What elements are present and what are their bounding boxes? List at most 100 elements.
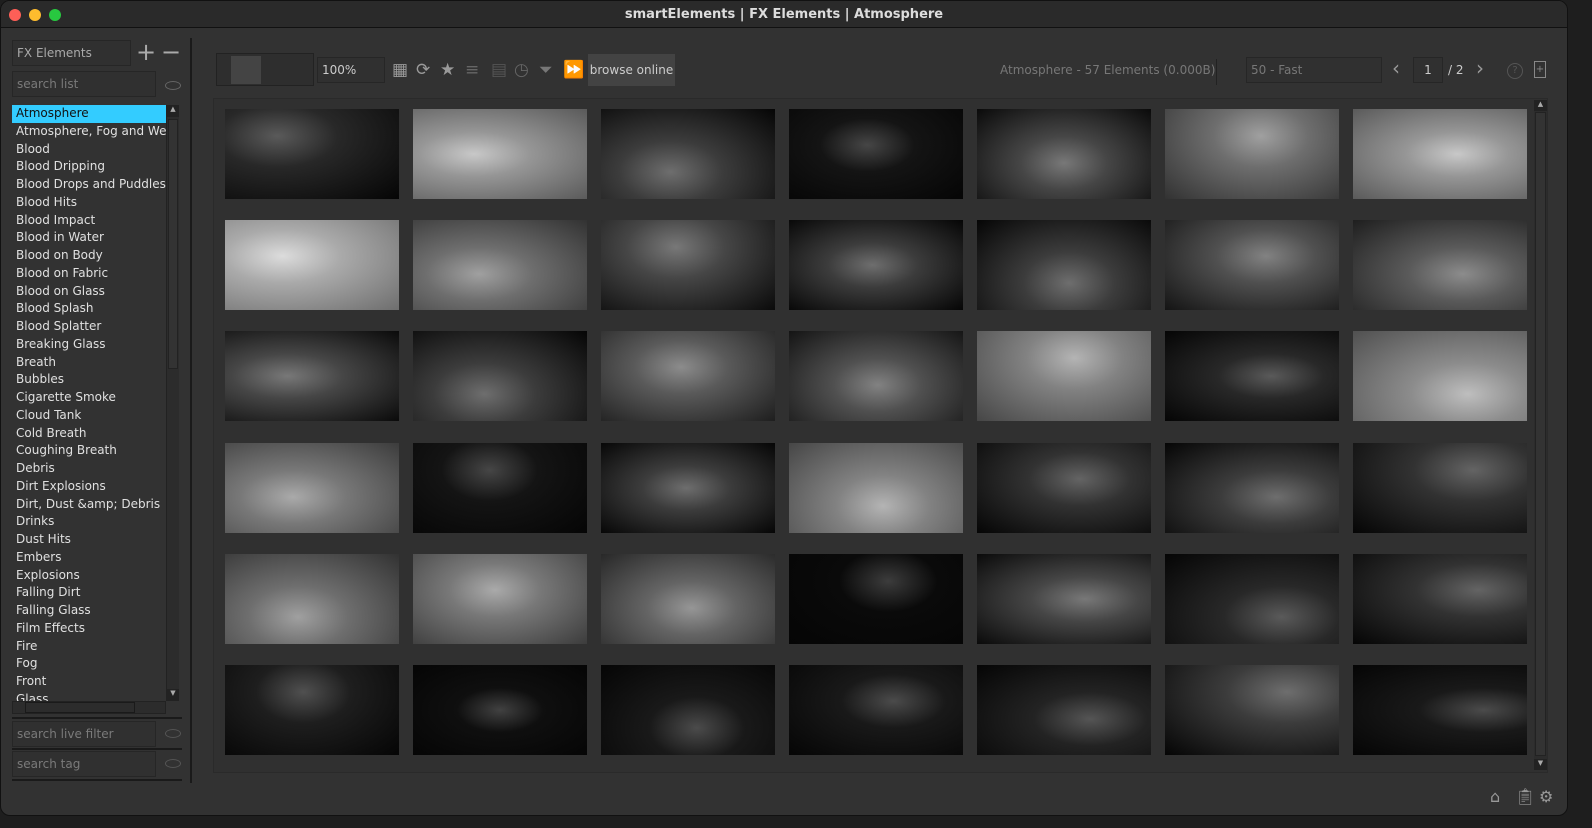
category-item[interactable]: Blood Splatter	[12, 318, 166, 336]
element-thumbnail[interactable]	[1353, 442, 1527, 533]
category-item[interactable]: Falling Dirt	[12, 584, 166, 602]
element-thumbnail[interactable]	[789, 331, 963, 422]
category-list-hscrollbar[interactable]	[12, 701, 166, 714]
element-thumbnail[interactable]	[601, 109, 775, 199]
category-item[interactable]: Breath	[12, 354, 166, 372]
category-item[interactable]: Atmosphere, Fog and Weather	[12, 123, 166, 141]
element-thumbnail[interactable]	[1353, 553, 1527, 644]
scroll-up-icon[interactable]: ▲	[1534, 100, 1547, 111]
scroll-thumb[interactable]	[168, 119, 178, 369]
element-thumbnail[interactable]	[789, 109, 963, 199]
element-thumbnail[interactable]	[225, 553, 399, 644]
category-item[interactable]: Blood	[12, 141, 166, 159]
element-thumbnail[interactable]	[225, 331, 399, 422]
element-thumbnail[interactable]	[977, 442, 1151, 533]
category-item[interactable]: Cloud Tank	[12, 407, 166, 425]
search-live-filter-input[interactable]: search live filter	[12, 721, 156, 747]
element-thumbnail[interactable]	[413, 553, 587, 644]
category-item[interactable]: Breaking Glass	[12, 336, 166, 354]
maximize-window-button[interactable]	[49, 9, 61, 21]
element-thumbnail[interactable]	[977, 109, 1151, 199]
scroll-down-icon[interactable]: ▼	[1534, 759, 1547, 770]
element-thumbnail[interactable]	[413, 442, 587, 533]
previous-page-icon[interactable]: ‹	[1392, 58, 1400, 78]
category-item[interactable]: Blood Hits	[12, 194, 166, 212]
category-item[interactable]: Coughing Breath	[12, 442, 166, 460]
gear-icon[interactable]: ⚙	[1539, 787, 1553, 806]
element-thumbnail[interactable]	[977, 665, 1151, 755]
element-thumbnail[interactable]	[413, 220, 587, 311]
hscroll-thumb[interactable]	[25, 702, 135, 713]
element-thumbnail[interactable]	[225, 665, 399, 755]
playlist-icon[interactable]: ≡	[465, 60, 479, 80]
close-window-button[interactable]	[9, 9, 21, 21]
category-item[interactable]: Atmosphere	[12, 105, 166, 123]
document-icon[interactable]: ▤	[491, 60, 507, 80]
element-thumbnail[interactable]	[1353, 220, 1527, 311]
element-thumbnail[interactable]	[225, 109, 399, 199]
element-thumbnail[interactable]	[1353, 665, 1527, 755]
filter-icon[interactable]: ⏷	[539, 60, 553, 80]
page-input[interactable]: 1	[1413, 57, 1443, 83]
star-icon[interactable]: ★	[440, 60, 455, 80]
category-item[interactable]: Front	[12, 673, 166, 691]
category-item[interactable]: Bubbles	[12, 371, 166, 389]
element-thumbnail[interactable]	[1353, 109, 1527, 199]
category-item[interactable]: Film Effects	[12, 620, 166, 638]
category-item[interactable]: Fog	[12, 655, 166, 673]
help-icon[interactable]: ?	[1507, 63, 1523, 79]
category-item[interactable]: Blood Drops and Puddles	[12, 176, 166, 194]
category-item[interactable]: Falling Glass	[12, 602, 166, 620]
new-file-icon[interactable]: +	[1534, 61, 1546, 78]
element-thumbnail[interactable]	[1165, 553, 1339, 644]
element-thumbnail[interactable]	[789, 442, 963, 533]
search-tag-input[interactable]: search tag	[12, 751, 156, 777]
category-list-scrollbar[interactable]: ▲ ▼	[166, 105, 179, 701]
category-item[interactable]: Drinks	[12, 513, 166, 531]
scroll-thumb[interactable]	[1535, 112, 1546, 756]
category-item[interactable]: Cigarette Smoke	[12, 389, 166, 407]
history-icon[interactable]: ◷	[514, 60, 529, 80]
element-thumbnail[interactable]	[601, 331, 775, 422]
category-item[interactable]: Embers	[12, 549, 166, 567]
eye-icon[interactable]	[165, 759, 181, 768]
next-page-icon[interactable]: ›	[1476, 58, 1484, 78]
browse-online-button[interactable]: browse online	[588, 54, 675, 86]
element-thumbnail[interactable]	[413, 665, 587, 755]
element-thumbnail[interactable]	[1165, 109, 1339, 199]
element-thumbnail[interactable]	[1165, 442, 1339, 533]
eye-icon[interactable]	[165, 729, 181, 738]
element-thumbnail[interactable]	[1165, 220, 1339, 311]
eye-icon[interactable]	[165, 81, 181, 90]
category-item[interactable]: Blood Impact	[12, 212, 166, 230]
category-item[interactable]: Blood in Water	[12, 229, 166, 247]
scroll-down-icon[interactable]: ▼	[167, 689, 179, 701]
element-thumbnail[interactable]	[789, 553, 963, 644]
category-item[interactable]: Blood on Fabric	[12, 265, 166, 283]
remove-library-button[interactable]: −	[161, 38, 181, 66]
element-thumbnail[interactable]	[413, 331, 587, 422]
category-item[interactable]: Blood Dripping	[12, 158, 166, 176]
category-item[interactable]: Debris	[12, 460, 166, 478]
slider-handle[interactable]	[231, 56, 261, 84]
load-mode-select[interactable]: 50 - Fast	[1246, 57, 1382, 83]
element-thumbnail[interactable]	[601, 553, 775, 644]
grid-scrollbar[interactable]: ▲ ▼	[1534, 100, 1547, 770]
element-thumbnail[interactable]	[413, 109, 587, 199]
clipboard-icon[interactable]: 📋︎	[1515, 787, 1535, 806]
refresh-icon[interactable]: ⟳	[416, 60, 430, 80]
element-thumbnail[interactable]	[789, 220, 963, 311]
thumbnail-size-slider[interactable]	[216, 53, 314, 86]
home-icon[interactable]: ⌂	[1490, 787, 1500, 806]
element-thumbnail[interactable]	[225, 442, 399, 533]
category-item[interactable]: Blood on Glass	[12, 283, 166, 301]
category-item[interactable]: Glass	[12, 691, 166, 701]
element-thumbnail[interactable]	[601, 442, 775, 533]
minimize-window-button[interactable]	[29, 9, 41, 21]
category-item[interactable]: Cold Breath	[12, 425, 166, 443]
element-thumbnail[interactable]	[1165, 331, 1339, 422]
search-list-input[interactable]: search list	[12, 71, 156, 97]
add-library-button[interactable]: +	[136, 38, 156, 66]
category-item[interactable]: Fire	[12, 638, 166, 656]
element-thumbnail[interactable]	[977, 553, 1151, 644]
